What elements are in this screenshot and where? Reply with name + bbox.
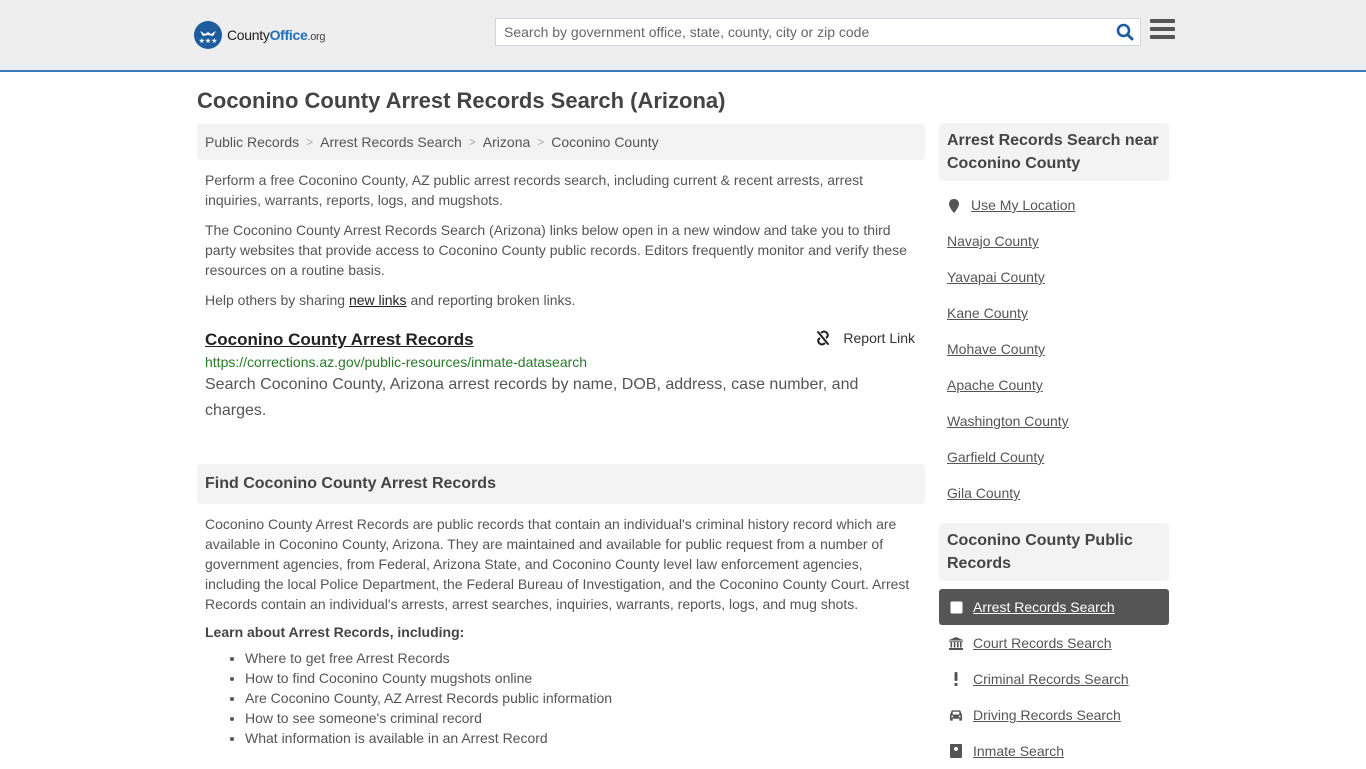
broken-link-icon [817,330,830,346]
records-link[interactable]: Court Records Search [973,635,1112,651]
nearby-county-link[interactable]: Garfield County [947,449,1044,465]
records-item-inmate[interactable]: Inmate Search [939,733,1169,769]
breadcrumb-separator: > [537,135,545,149]
public-records-list: Arrest Records Search Court Records Sear… [939,589,1169,769]
records-item-arrest[interactable]: Arrest Records Search [939,589,1169,625]
car-icon [949,709,963,721]
use-my-location-item: Use My Location [939,197,1169,233]
learn-item: Where to get free Arrest Records [245,648,925,668]
site-search [495,18,1141,46]
nearby-counties-list: Use My Location Navajo County Yavapai Co… [939,197,1169,521]
search-input[interactable] [496,19,1110,45]
courthouse-icon [949,636,963,650]
nearby-county-link[interactable]: Navajo County [947,233,1039,249]
resource-link-title[interactable]: Coconino County Arrest Records [205,330,474,349]
records-link[interactable]: Criminal Records Search [973,671,1129,687]
resource-link-url: https://corrections.az.gov/public-resour… [205,354,588,370]
breadcrumb-separator: > [468,135,476,149]
records-item-driving[interactable]: Driving Records Search [939,697,1169,733]
nearby-county-item: Yavapai County [939,269,1169,305]
report-link-button[interactable]: Report Link [815,330,915,346]
resource-link-description: Search Coconino County, Arizona arrest r… [205,376,859,419]
learn-item: How to see someone's criminal record [245,708,925,728]
hamburger-menu-icon[interactable] [1150,19,1175,41]
inmate-icon [949,744,963,758]
page-title: Coconino County Arrest Records Search (A… [197,88,726,113]
nearby-county-link[interactable]: Gila County [947,485,1020,501]
svg-text:★★★: ★★★ [199,37,218,45]
public-records-heading: Coconino County Public Records [939,523,1169,581]
breadcrumb-coconino-county[interactable]: Coconino County [551,134,658,150]
search-icon [1116,23,1134,41]
records-link[interactable]: Inmate Search [973,743,1064,759]
nearby-county-item: Navajo County [939,233,1169,269]
learn-item: Are Coconino County, AZ Arrest Records p… [245,688,925,708]
nearby-county-link[interactable]: Washington County [947,413,1069,429]
records-link[interactable]: Driving Records Search [973,707,1121,723]
nearby-county-link[interactable]: Kane County [947,305,1028,321]
find-records-heading: Find Coconino County Arrest Records [197,464,925,504]
nearby-county-item: Kane County [939,305,1169,341]
new-links-link[interactable]: new links [349,292,407,308]
learn-about-heading: Learn about Arrest Records, including: [205,624,465,640]
nearby-county-item: Apache County [939,377,1169,413]
nearby-county-item: Washington County [939,413,1169,449]
sidebar: Arrest Records Search near Coconino Coun… [939,123,1169,769]
square-icon [949,601,963,614]
records-link[interactable]: Arrest Records Search [973,599,1115,615]
breadcrumb-public-records[interactable]: Public Records [205,134,299,150]
learn-about-list: Where to get free Arrest Records How to … [197,648,925,748]
nearby-county-link[interactable]: Apache County [947,377,1043,393]
nearby-county-item: Garfield County [939,449,1169,485]
exclamation-icon [949,672,963,686]
breadcrumb-arizona[interactable]: Arizona [483,134,530,150]
nearby-county-item: Mohave County [939,341,1169,377]
records-item-court[interactable]: Court Records Search [939,625,1169,661]
disclaimer-paragraph: The Coconino County Arrest Records Searc… [205,222,907,278]
map-pin-icon [949,199,959,213]
intro-paragraph: Perform a free Coconino County, AZ publi… [205,172,864,208]
breadcrumb-separator: > [306,135,314,149]
learn-item: How to find Coconino County mugshots onl… [245,668,925,688]
main-content: Public Records > Arrest Records Search >… [197,124,925,748]
share-paragraph: Help others by sharing new links and rep… [205,292,576,308]
breadcrumb: Public Records > Arrest Records Search >… [197,124,925,160]
site-header: ★★★ CountyOffice.org [0,0,1366,72]
use-my-location-link[interactable]: Use My Location [971,197,1075,213]
nearby-county-link[interactable]: Yavapai County [947,269,1045,285]
search-button[interactable] [1110,19,1140,45]
nearby-heading: Arrest Records Search near Coconino Coun… [939,123,1169,181]
site-logo[interactable]: ★★★ CountyOffice.org [194,21,326,49]
eagle-stars-logo-icon: ★★★ [194,21,222,49]
logo-wordmark: CountyOffice.org [227,27,326,43]
find-records-paragraph: Coconino County Arrest Records are publi… [205,516,910,612]
records-item-criminal[interactable]: Criminal Records Search [939,661,1169,697]
learn-item: What information is available in an Arre… [245,728,925,748]
breadcrumb-arrest-records-search[interactable]: Arrest Records Search [320,134,462,150]
nearby-county-link[interactable]: Mohave County [947,341,1045,357]
resource-link-entry: Coconino County Arrest Records Report Li… [197,330,925,424]
nearby-county-item: Gila County [939,485,1169,521]
